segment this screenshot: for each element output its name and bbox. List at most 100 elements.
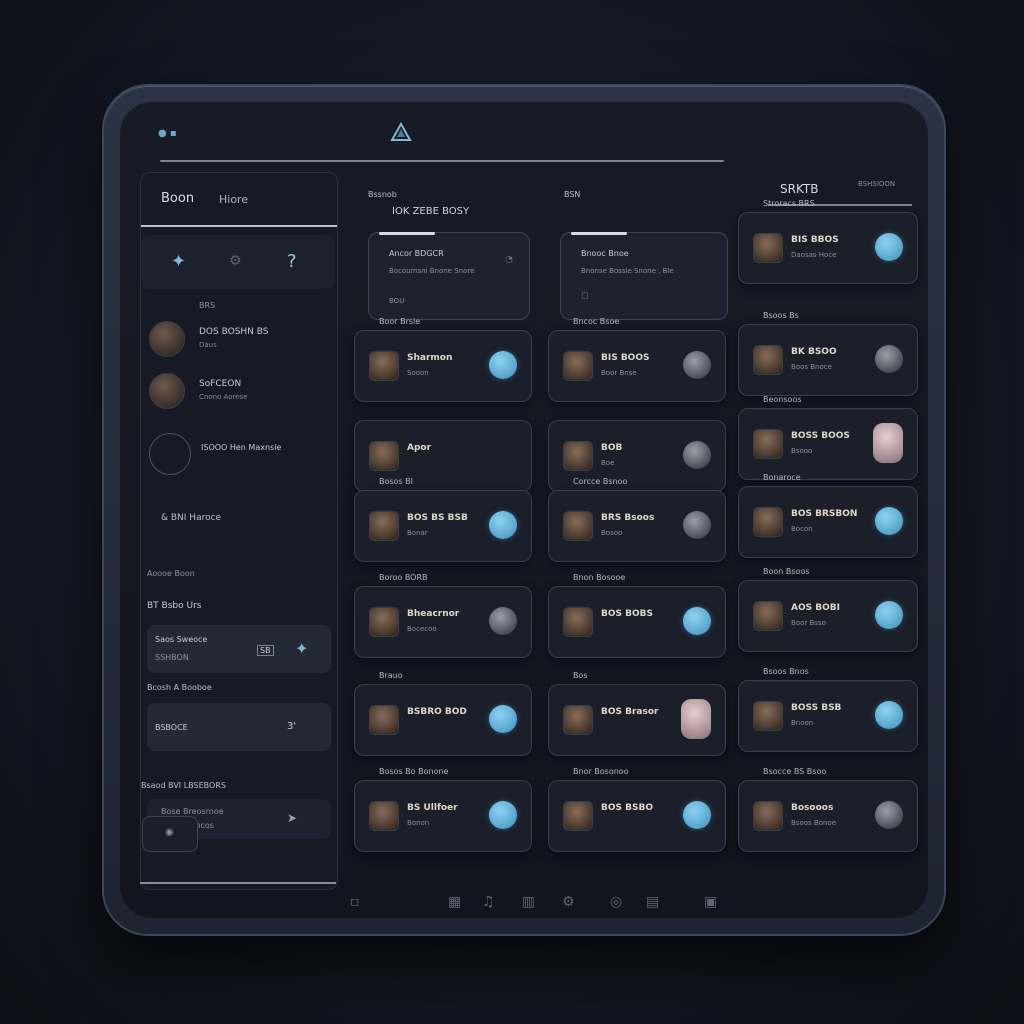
- tab-panel[interactable]: Bnooc Bnoe Bnonse Bossie Snone , BIe ◻: [560, 232, 728, 320]
- avatar: [369, 441, 399, 471]
- home-icon[interactable]: ▫: [350, 894, 360, 910]
- card-section-label: Bsocce BS Bsoo: [763, 767, 827, 776]
- bird-icon[interactable]: [489, 511, 517, 539]
- tab-subtitle: Bnonse Bossie Snone , BIe: [581, 267, 674, 275]
- card-title: BOB: [601, 443, 623, 453]
- bird-icon[interactable]: ✦: [171, 251, 186, 272]
- app-screen: ● ▪ Boon Hiore ✦ ⚙ ? BRS DOS BOSHN BS Da: [120, 102, 928, 918]
- card-section-label: Corcce Bsnoo: [573, 477, 628, 486]
- media-icon[interactable]: [875, 345, 903, 373]
- bird-icon[interactable]: [875, 601, 903, 629]
- chat-icon[interactable]: ◻: [581, 291, 588, 301]
- sidebar-row[interactable]: BT Bsbo Urs: [147, 601, 201, 611]
- sidebar-divider: [140, 882, 336, 884]
- bird-icon[interactable]: [489, 705, 517, 733]
- list-card[interactable]: Stroracs BRS BIS BBOS Daosas Hoce: [738, 199, 918, 284]
- avatar: [149, 321, 185, 357]
- globe-icon[interactable]: ◎: [610, 894, 622, 910]
- avatar: [753, 429, 783, 459]
- list-card[interactable]: Bnon Bosooe BOS BOBS: [548, 573, 726, 658]
- list-card[interactable]: Boor Brsie Sharmon Sooon: [354, 317, 532, 402]
- bird-icon[interactable]: [875, 507, 903, 535]
- list-card[interactable]: Boon Bsoos AOS BOBI Boor Bsso: [738, 567, 918, 652]
- list-card[interactable]: Bsocce BS Bsoo Bosooos Bsoos Bonoe: [738, 767, 918, 852]
- card-title: AOS BOBI: [791, 603, 840, 613]
- card-section-label: Beonsoos: [763, 395, 802, 404]
- column-label: Bssnob: [368, 190, 397, 199]
- card-section-label: Bncoc Bsoe: [573, 317, 620, 326]
- avatar: [753, 601, 783, 631]
- list-card[interactable]: Bsoos Bs BK BSOO Boos Bnoce: [738, 311, 918, 396]
- list-card[interactable]: Bos BOS Brasor: [548, 671, 726, 756]
- bird-icon[interactable]: [875, 701, 903, 729]
- list-card[interactable]: Bsoos Bnos BOSS BSB Bnoon: [738, 667, 918, 752]
- card-section-label: Boor Brsie: [379, 317, 421, 326]
- card-subtitle: Bsooo: [791, 447, 813, 455]
- bird-icon[interactable]: [683, 607, 711, 635]
- sidebar-item[interactable]: DOS BOSHN BS Daus: [141, 315, 337, 365]
- sidebar-card[interactable]: BSBOCE 3': [147, 703, 331, 751]
- bird-icon[interactable]: [489, 801, 517, 829]
- card-subtitle: Bonar: [407, 529, 428, 537]
- media-icon[interactable]: [875, 801, 903, 829]
- avatar: [753, 801, 783, 831]
- grid-icon[interactable]: ▦: [448, 894, 461, 910]
- tab-indicator: [379, 232, 435, 235]
- settings-icon[interactable]: ⚙: [229, 253, 242, 269]
- tag-badge: SB: [257, 645, 274, 656]
- top-bar: ● ▪: [120, 102, 928, 158]
- avatar: [369, 607, 399, 637]
- list-card[interactable]: Beonsoos BOSS BOOS Bsooo: [738, 395, 918, 480]
- card-subtitle: Bnoon: [791, 719, 814, 727]
- tab-title: Bnooc Bnoe: [581, 249, 629, 258]
- gear-icon[interactable]: ⚙: [562, 894, 575, 910]
- card-section-label: Bosos BI: [379, 477, 414, 486]
- header-divider: [160, 160, 724, 162]
- thumbnail-image: [873, 423, 903, 463]
- sidebar-item[interactable]: ISOOO Hen Maxnsle: [141, 427, 337, 477]
- chart-icon[interactable]: ▤: [646, 894, 659, 910]
- card-title: BS Ullfoer: [407, 803, 458, 813]
- bird-icon[interactable]: [875, 233, 903, 261]
- media-icon[interactable]: [683, 351, 711, 379]
- sidebar-title: Boon: [161, 191, 195, 206]
- help-icon[interactable]: ?: [287, 251, 297, 272]
- list-card[interactable]: Boroo BORB Bheacrnor Bocecoo: [354, 573, 532, 658]
- card-title: Bosooos: [791, 803, 834, 813]
- more-icon[interactable]: ◔: [505, 255, 513, 265]
- sidebar-header: Boon Hiore: [141, 173, 337, 227]
- bird-icon[interactable]: [489, 351, 517, 379]
- card-section-label: Bnon Bosooe: [573, 573, 626, 582]
- media-icon[interactable]: [683, 511, 711, 539]
- bird-icon[interactable]: [683, 801, 711, 829]
- thumbnail-image: [681, 699, 711, 739]
- window-icon[interactable]: ▣: [704, 894, 717, 910]
- bird-icon[interactable]: ✦: [295, 639, 308, 658]
- tab-panel[interactable]: Ancor BDGCR Bocoumsni Bnone Snore BOU ◔: [368, 232, 530, 320]
- app-logo-icon[interactable]: [390, 122, 412, 144]
- list-card[interactable]: Bosos BI BOS BS BSB Bonar: [354, 477, 532, 562]
- sidebar-action-button[interactable]: ◉: [142, 816, 198, 852]
- list-card[interactable]: Brauo BSBRO BOD: [354, 671, 532, 756]
- column-icon[interactable]: ▥: [522, 894, 535, 910]
- list-card[interactable]: Bonaroce BOS BRSBON Bocon: [738, 473, 918, 558]
- avatar: [369, 511, 399, 541]
- sidebar-card[interactable]: Saos Sweoce SSHBON SB ✦: [147, 625, 331, 673]
- send-icon[interactable]: ➤: [287, 811, 297, 825]
- list-card[interactable]: Bosos Bo Bonone BS Ullfoer Bonon: [354, 767, 532, 852]
- card-sub: SSHBON: [155, 653, 189, 662]
- section-label: & BNI Haroce: [161, 513, 222, 523]
- avatar: [149, 373, 185, 409]
- sidebar-subtitle[interactable]: Hiore: [219, 193, 248, 206]
- circle-icon: ◉: [165, 827, 174, 838]
- music-icon[interactable]: ♫: [482, 894, 495, 910]
- list-card[interactable]: Bncoc Bsoe BIS BOOS Boor Bnse: [548, 317, 726, 402]
- media-icon[interactable]: [489, 607, 517, 635]
- list-card[interactable]: Bnor Bosonoo BOS BSBO: [548, 767, 726, 852]
- card-subtitle: Boor Bnse: [601, 369, 637, 377]
- card-title: Apor: [407, 443, 432, 453]
- list-card[interactable]: Corcce Bsnoo BRS Bsoos Bosoo: [548, 477, 726, 562]
- media-icon[interactable]: [683, 441, 711, 469]
- sidebar-item[interactable]: SoFCEON Cnono Aorese: [141, 367, 337, 417]
- avatar: [563, 801, 593, 831]
